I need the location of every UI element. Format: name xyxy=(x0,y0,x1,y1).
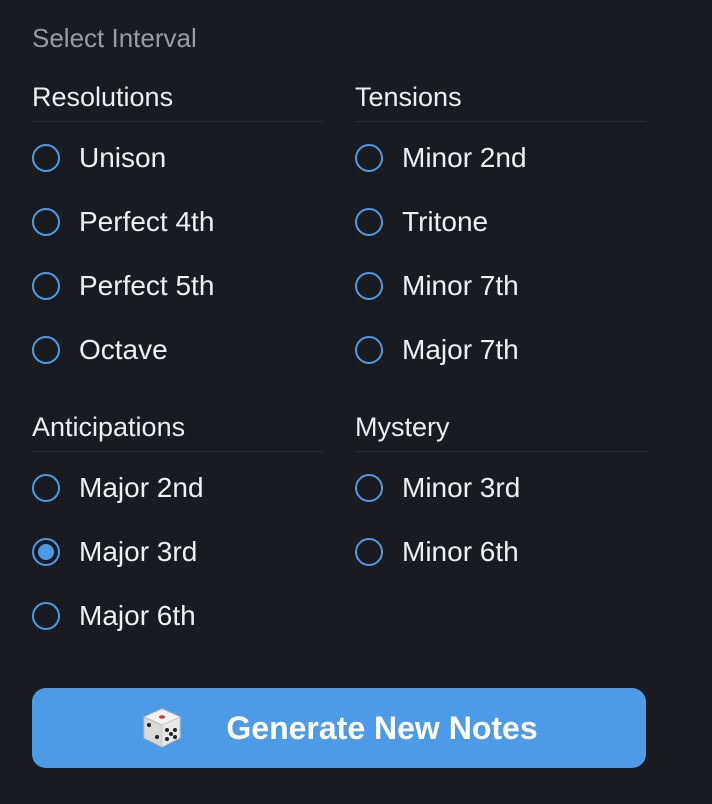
radio-button[interactable] xyxy=(32,272,60,300)
radio-button[interactable] xyxy=(355,208,383,236)
section-title: Select Interval xyxy=(32,23,197,53)
option-major-3rd[interactable]: Major 3rd xyxy=(32,520,324,584)
option-perfect-5th[interactable]: Perfect 5th xyxy=(32,254,324,318)
option-minor-6th[interactable]: Minor 6th xyxy=(355,520,647,584)
generate-button-label: Generate New Notes xyxy=(226,709,538,746)
option-label: Major 6th xyxy=(79,600,196,631)
radio-button[interactable] xyxy=(32,602,60,630)
radio-button[interactable] xyxy=(32,474,60,502)
radio-button[interactable] xyxy=(355,144,383,172)
option-label: Octave xyxy=(79,334,168,365)
generate-new-notes-button[interactable]: Generate New Notes xyxy=(32,688,646,768)
option-minor-2nd[interactable]: Minor 2nd xyxy=(355,126,647,190)
radio-button[interactable] xyxy=(32,144,60,172)
option-label: Perfect 5th xyxy=(79,270,215,301)
option-label: Major 7th xyxy=(402,334,519,365)
radio-button[interactable] xyxy=(32,208,60,236)
option-major-7th[interactable]: Major 7th xyxy=(355,318,647,382)
group-anticipations: Anticipations Major 2nd Major 3rd Major … xyxy=(32,410,324,648)
option-major-2nd[interactable]: Major 2nd xyxy=(32,456,324,520)
option-label: Minor 6th xyxy=(402,536,519,567)
option-label: Unison xyxy=(79,142,167,173)
group-heading: Anticipations xyxy=(32,410,324,452)
option-octave[interactable]: Octave xyxy=(32,318,324,382)
radio-button[interactable] xyxy=(32,336,60,364)
dice-icon xyxy=(143,708,182,748)
option-major-6th[interactable]: Major 6th xyxy=(32,584,324,648)
radio-button[interactable] xyxy=(355,474,383,502)
group-resolutions: Resolutions Unison Perfect 4th Perfect 5… xyxy=(32,80,324,382)
option-tritone[interactable]: Tritone xyxy=(355,190,647,254)
radio-button-checked[interactable] xyxy=(32,538,60,566)
option-label: Minor 2nd xyxy=(402,142,527,173)
option-minor-3rd[interactable]: Minor 3rd xyxy=(355,456,647,520)
radio-button[interactable] xyxy=(355,336,383,364)
group-heading: Resolutions xyxy=(32,80,324,122)
option-perfect-4th[interactable]: Perfect 4th xyxy=(32,190,324,254)
option-label: Minor 3rd xyxy=(402,472,521,503)
option-label: Minor 7th xyxy=(402,270,519,301)
radio-button[interactable] xyxy=(355,272,383,300)
option-minor-7th[interactable]: Minor 7th xyxy=(355,254,647,318)
option-label: Major 3rd xyxy=(79,536,198,567)
group-heading: Tensions xyxy=(355,80,647,122)
option-label: Perfect 4th xyxy=(79,206,215,237)
radio-button[interactable] xyxy=(355,538,383,566)
option-label: Tritone xyxy=(402,206,489,237)
option-unison[interactable]: Unison xyxy=(32,126,324,190)
group-mystery: Mystery Minor 3rd Minor 6th xyxy=(355,410,647,584)
group-tensions: Tensions Minor 2nd Tritone Minor 7th Maj… xyxy=(355,80,647,382)
group-heading: Mystery xyxy=(355,410,647,452)
option-label: Major 2nd xyxy=(79,472,204,503)
